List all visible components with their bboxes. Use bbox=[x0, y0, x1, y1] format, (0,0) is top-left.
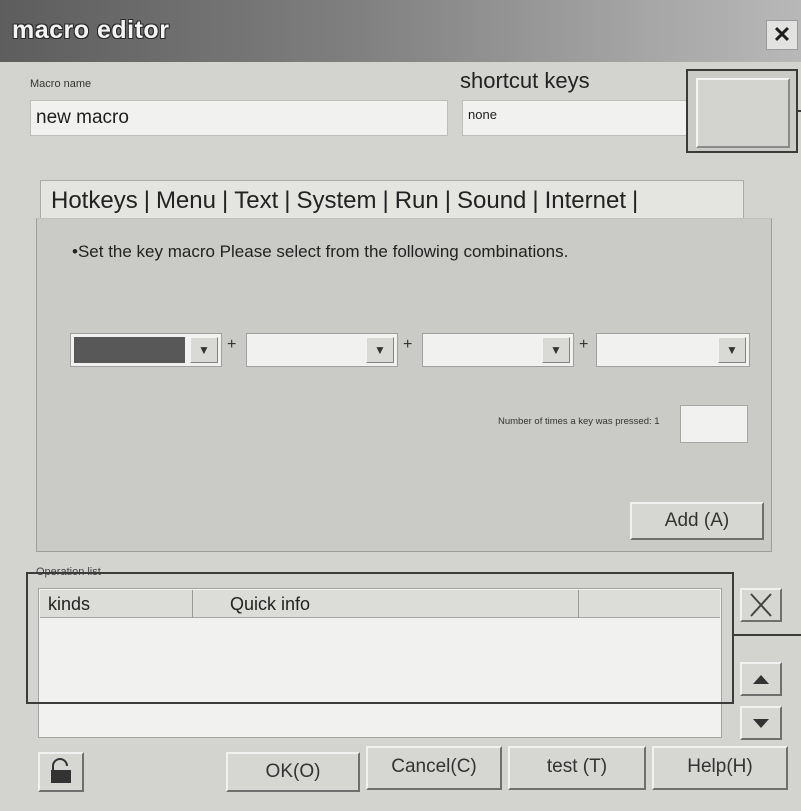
shortcut-keys-value: none bbox=[468, 107, 497, 122]
tab-separator: | bbox=[632, 186, 639, 214]
operation-list-highlight bbox=[26, 572, 734, 704]
key-select-1[interactable]: ▼ bbox=[70, 333, 222, 367]
shortcut-capture-button[interactable] bbox=[686, 69, 798, 153]
close-icon: ✕ bbox=[772, 22, 792, 47]
tab-internet[interactable]: Internet bbox=[541, 187, 630, 215]
tab-system[interactable]: System bbox=[292, 187, 380, 215]
arrow-down-icon bbox=[753, 719, 769, 728]
lock-icon bbox=[51, 758, 71, 783]
chevron-down-icon[interactable]: ▼ bbox=[366, 337, 394, 363]
tab-separator: | bbox=[221, 186, 229, 214]
delete-button[interactable] bbox=[740, 588, 782, 622]
key-select-4[interactable]: ▼ bbox=[596, 333, 750, 367]
tab-separator: | bbox=[382, 186, 389, 214]
cancel-button[interactable]: Cancel(C) bbox=[366, 746, 502, 790]
callout-line bbox=[797, 110, 801, 112]
macro-name-value: new macro bbox=[36, 107, 129, 128]
add-button[interactable]: Add (A) bbox=[630, 502, 764, 540]
tab-strip: Hotkeys | Menu | Text | System | Run | S… bbox=[40, 180, 744, 220]
callout-line bbox=[734, 634, 801, 636]
test-button[interactable]: test (T) bbox=[508, 746, 646, 790]
hotkey-instruction: •Set the key macro Please select from th… bbox=[72, 242, 569, 261]
press-count-input[interactable] bbox=[680, 405, 748, 443]
move-down-button[interactable] bbox=[740, 706, 782, 740]
press-count-label: Number of times a key was pressed: 1 bbox=[498, 416, 660, 427]
shortcut-keys-label: shortcut keys bbox=[460, 68, 590, 93]
tab-separator: | bbox=[532, 186, 539, 214]
ok-button[interactable]: OK(O) bbox=[226, 752, 360, 792]
x-icon bbox=[750, 593, 772, 617]
plus-sign: + bbox=[579, 336, 589, 353]
tab-run[interactable]: Run bbox=[391, 187, 443, 215]
macro-name-input[interactable]: new macro bbox=[30, 100, 448, 136]
shortcut-keys-input[interactable]: none bbox=[462, 100, 688, 136]
chevron-down-icon[interactable]: ▼ bbox=[190, 337, 218, 363]
lock-button[interactable] bbox=[38, 752, 84, 792]
key-select-1-selection bbox=[74, 337, 185, 363]
tab-separator: | bbox=[284, 186, 291, 214]
chevron-down-icon[interactable]: ▼ bbox=[542, 337, 570, 363]
chevron-down-icon[interactable]: ▼ bbox=[718, 337, 746, 363]
tab-sound[interactable]: Sound bbox=[453, 187, 530, 215]
move-up-button[interactable] bbox=[740, 662, 782, 696]
arrow-up-icon bbox=[753, 675, 769, 684]
window-title: macro editor bbox=[12, 16, 170, 44]
help-button[interactable]: Help(H) bbox=[652, 746, 788, 790]
key-select-2[interactable]: ▼ bbox=[246, 333, 398, 367]
key-select-3[interactable]: ▼ bbox=[422, 333, 574, 367]
plus-sign: + bbox=[403, 336, 413, 353]
plus-sign: + bbox=[227, 336, 237, 353]
shortcut-capture-face bbox=[696, 78, 790, 148]
close-button[interactable]: ✕ bbox=[766, 20, 798, 50]
macro-name-label: Macro name bbox=[30, 78, 92, 90]
tab-separator: | bbox=[444, 186, 451, 214]
tab-separator: | bbox=[143, 186, 150, 214]
tab-hotkeys[interactable]: Hotkeys bbox=[47, 187, 142, 215]
tab-text[interactable]: Text bbox=[230, 187, 282, 215]
tab-menu[interactable]: Menu bbox=[152, 187, 220, 215]
